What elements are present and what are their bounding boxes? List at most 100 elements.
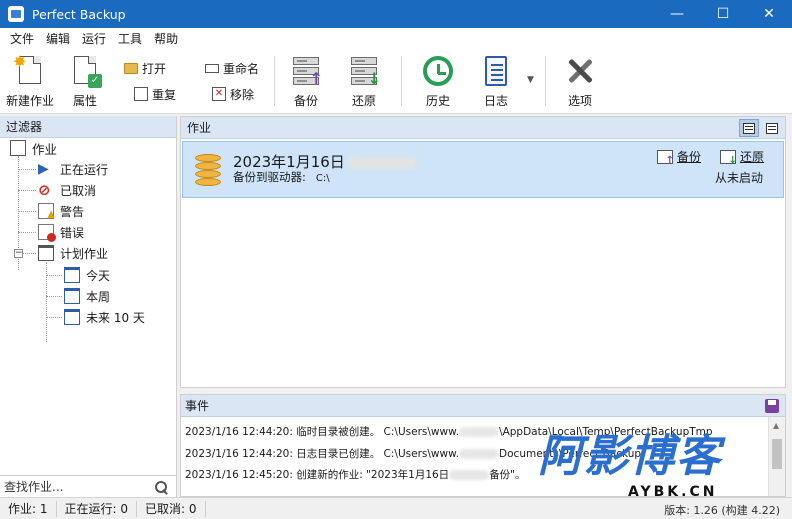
calendar-icon (64, 309, 80, 325)
folder-icon (124, 62, 138, 74)
restore-icon: ↓ (347, 54, 381, 88)
log-button[interactable]: 日志 (468, 54, 524, 110)
menu-tools[interactable]: 工具 (112, 30, 148, 47)
calendar-icon (38, 245, 54, 261)
warning-icon: ▲ (38, 203, 55, 220)
toolbar: ✸ 新建作业 ✓ 属性 打开 重复 重命名 ✕ 移除 ↑ 备份 ↓ 还原 历史 … (0, 48, 792, 114)
filter-tree: − 作业 ▶ 正在运行 ⊘ 已取消 ▲ 警告 错误 计划作业 今天 本周 未来 … (0, 138, 176, 342)
new-document-icon: ✸ (13, 54, 47, 88)
history-icon (421, 54, 455, 88)
list-view-icon (743, 122, 755, 134)
maximize-button[interactable]: ☐ (700, 0, 746, 28)
filter-panel: 过滤器 − 作业 ▶ 正在运行 ⊘ 已取消 ▲ 警告 错误 计划作业 今天 本周… (0, 116, 177, 497)
backup-label: 备份 (293, 94, 318, 108)
tree-item-next-10-days[interactable]: 未来 10 天 (64, 307, 145, 327)
job-subtitle: 备份到驱动器: C:\ (233, 170, 330, 184)
restore-button[interactable]: ↓ 还原 (336, 54, 392, 110)
status-cancelled-count: 已取消: 0 (137, 500, 206, 517)
jobs-list-icon (10, 140, 26, 156)
tree-item-jobs[interactable]: 作业 (10, 138, 57, 158)
options-label: 选项 (567, 94, 592, 108)
remove-button[interactable]: ✕ 移除 (212, 84, 254, 104)
rename-button[interactable]: 重命名 (205, 58, 259, 78)
history-label: 历史 (425, 94, 450, 108)
menu-file[interactable]: 文件 (4, 30, 40, 47)
remove-icon: ✕ (212, 87, 226, 101)
scroll-up-icon[interactable]: ▲ (773, 421, 779, 430)
play-icon: ▶ (38, 161, 49, 177)
tools-icon (563, 54, 597, 88)
filter-header: 过滤器 (0, 116, 176, 138)
jobs-panel: 作业 2023年1月16日 备份到驱动器: C:\ ↑ 备份 ↓ 还原 从未启动 (180, 116, 786, 388)
tree-item-cancelled[interactable]: ⊘ 已取消 (38, 180, 96, 200)
duplicate-button[interactable]: 重复 (134, 84, 176, 104)
collapse-toggle[interactable]: − (14, 249, 23, 258)
tree-item-this-week[interactable]: 本周 (64, 286, 110, 306)
log-dropdown-icon[interactable]: ▼ (527, 75, 534, 85)
properties-icon: ✓ (68, 54, 102, 88)
menu-run[interactable]: 运行 (76, 30, 112, 47)
job-status: 从未启动 (714, 171, 763, 185)
event-line: 2023/1/16 12:45:20: 创建新的作业: "2023年1月16日备… (185, 469, 526, 481)
redacted-text (346, 156, 417, 169)
close-button[interactable]: ✕ (746, 0, 792, 28)
job-search[interactable]: 查找作业... (0, 475, 176, 497)
events-header: 事件 (181, 395, 785, 417)
open-button[interactable]: 打开 (124, 58, 166, 78)
redacted-text (459, 427, 500, 437)
redacted-text (449, 470, 490, 480)
title-bar: Perfect Backup — ☐ ✕ (0, 0, 792, 28)
save-log-icon[interactable] (765, 399, 779, 413)
log-label: 日志 (483, 94, 508, 108)
new-job-label: 新建作业 (5, 94, 54, 108)
restore-small-icon: ↓ (720, 149, 737, 166)
job-backup-link[interactable]: ↑ 备份 (657, 148, 701, 166)
menu-edit[interactable]: 编辑 (40, 30, 76, 47)
window-title: Perfect Backup (32, 6, 126, 22)
tree-item-today[interactable]: 今天 (64, 265, 110, 285)
window-controls: — ☐ ✕ (654, 0, 792, 28)
jobs-header: 作业 (181, 117, 785, 139)
app-icon (8, 6, 24, 22)
calendar-icon (64, 288, 80, 304)
job-row[interactable]: 2023年1月16日 备份到驱动器: C:\ ↑ 备份 ↓ 还原 从未启动 (182, 141, 784, 198)
view-list-button[interactable] (739, 119, 759, 137)
copy-icon (134, 87, 148, 101)
details-view-icon (766, 122, 778, 134)
view-details-button[interactable] (762, 119, 782, 137)
options-button[interactable]: 选项 (552, 54, 608, 110)
menu-help[interactable]: 帮助 (148, 30, 184, 47)
error-icon (38, 224, 56, 242)
new-job-button[interactable]: ✸ 新建作业 (2, 54, 58, 110)
calendar-icon (64, 267, 80, 283)
cancel-icon: ⊘ (38, 181, 51, 199)
tree-item-running[interactable]: ▶ 正在运行 (38, 159, 108, 179)
rename-icon (205, 63, 219, 73)
search-icon[interactable] (154, 480, 168, 494)
redacted-text (459, 449, 500, 459)
search-input[interactable]: 查找作业... (4, 478, 154, 495)
tree-item-error[interactable]: 错误 (38, 222, 84, 242)
properties-label: 属性 (72, 94, 97, 108)
toolbar-separator (545, 56, 546, 106)
tree-item-warning[interactable]: ▲ 警告 (38, 201, 84, 221)
log-icon (479, 54, 513, 88)
history-button[interactable]: 历史 (410, 54, 466, 110)
menu-bar: 文件 编辑 运行 工具 帮助 (0, 28, 792, 48)
tree-item-scheduled[interactable]: 计划作业 (38, 243, 108, 263)
minimize-button[interactable]: — (654, 0, 700, 28)
properties-button[interactable]: ✓ 属性 (57, 54, 113, 110)
restore-label: 还原 (351, 94, 376, 108)
status-running-count: 正在运行: 0 (57, 500, 137, 517)
status-jobs-count: 作业: 1 (0, 500, 57, 517)
database-icon (195, 154, 221, 186)
backup-button[interactable]: ↑ 备份 (278, 54, 334, 110)
backup-icon: ↑ (289, 54, 323, 88)
jobs-header-label: 作业 (187, 121, 212, 135)
toolbar-separator (401, 56, 402, 106)
watermark-logo: 阿影博客 AYBK.CN (538, 432, 778, 510)
toolbar-separator (274, 56, 275, 106)
watermark-text: 阿影博客 (538, 431, 722, 482)
watermark-domain: AYBK.CN (628, 484, 718, 500)
job-restore-link[interactable]: ↓ 还原 (720, 148, 764, 166)
